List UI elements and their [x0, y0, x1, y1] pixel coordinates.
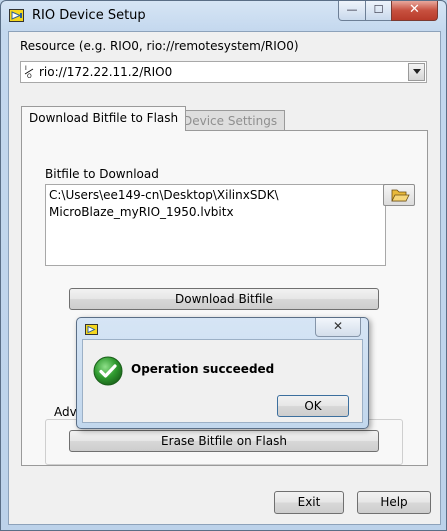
- download-bitfile-button[interactable]: Download Bitfile: [69, 288, 379, 310]
- tab-device-settings[interactable]: Device Settings: [175, 110, 286, 131]
- title-bar[interactable]: RIO Device Setup — ☐ ✕: [1, 1, 446, 31]
- bitfile-path-line1: C:\Users\ee149-cn\Desktop\XilinxSDK\: [49, 188, 279, 202]
- folder-open-icon: [391, 189, 410, 202]
- resource-combo[interactable]: I O rio://172.22.11.2/RIO0: [20, 61, 427, 83]
- bitfile-label: Bitfile to Download: [45, 167, 159, 181]
- dialog-client-area: Operation succeeded OK: [82, 339, 363, 423]
- client-area: Resource (e.g. RIO0, rio://remotesystem/…: [8, 31, 441, 525]
- help-button[interactable]: Help: [357, 491, 431, 514]
- labview-dialog-icon: [85, 324, 98, 335]
- minimize-button[interactable]: —: [338, 1, 366, 21]
- bitfile-path-input[interactable]: C:\Users\ee149-cn\Desktop\XilinxSDK\ Mic…: [45, 184, 386, 266]
- window-title: RIO Device Setup: [32, 8, 146, 23]
- rio-device-setup-window: RIO Device Setup — ☐ ✕ Resource (e.g. RI…: [0, 0, 447, 531]
- close-button[interactable]: ✕: [391, 1, 438, 21]
- labview-app-icon: [9, 9, 24, 22]
- advanced-group-label: Adv: [54, 405, 79, 419]
- svg-text:I: I: [25, 65, 27, 72]
- dialog-message: Operation succeeded: [131, 362, 275, 376]
- resource-label: Resource (e.g. RIO0, rio://remotesystem/…: [20, 39, 299, 53]
- tab-download-bitfile[interactable]: Download Bitfile to Flash: [21, 106, 187, 131]
- io-resource-icon: I O: [24, 65, 34, 80]
- success-dialog: ✕ Operation succeeded OK: [76, 317, 369, 429]
- success-check-icon: [93, 356, 123, 386]
- bitfile-path-line2: MicroBlaze_myRIO_1950.lvbitx: [49, 205, 234, 219]
- svg-text:O: O: [27, 73, 32, 79]
- ok-button[interactable]: OK: [277, 395, 349, 417]
- dropdown-arrow-button[interactable]: [408, 63, 425, 81]
- browse-button[interactable]: [383, 184, 415, 206]
- chevron-down-icon: [412, 69, 421, 74]
- maximize-button[interactable]: ☐: [365, 1, 392, 21]
- erase-bitfile-button[interactable]: Erase Bitfile on Flash: [69, 430, 379, 452]
- exit-button[interactable]: Exit: [274, 491, 344, 514]
- io-icon: I O: [24, 64, 34, 80]
- resource-value: rio://172.22.11.2/RIO0: [39, 65, 173, 79]
- dialog-close-button[interactable]: ✕: [315, 318, 361, 337]
